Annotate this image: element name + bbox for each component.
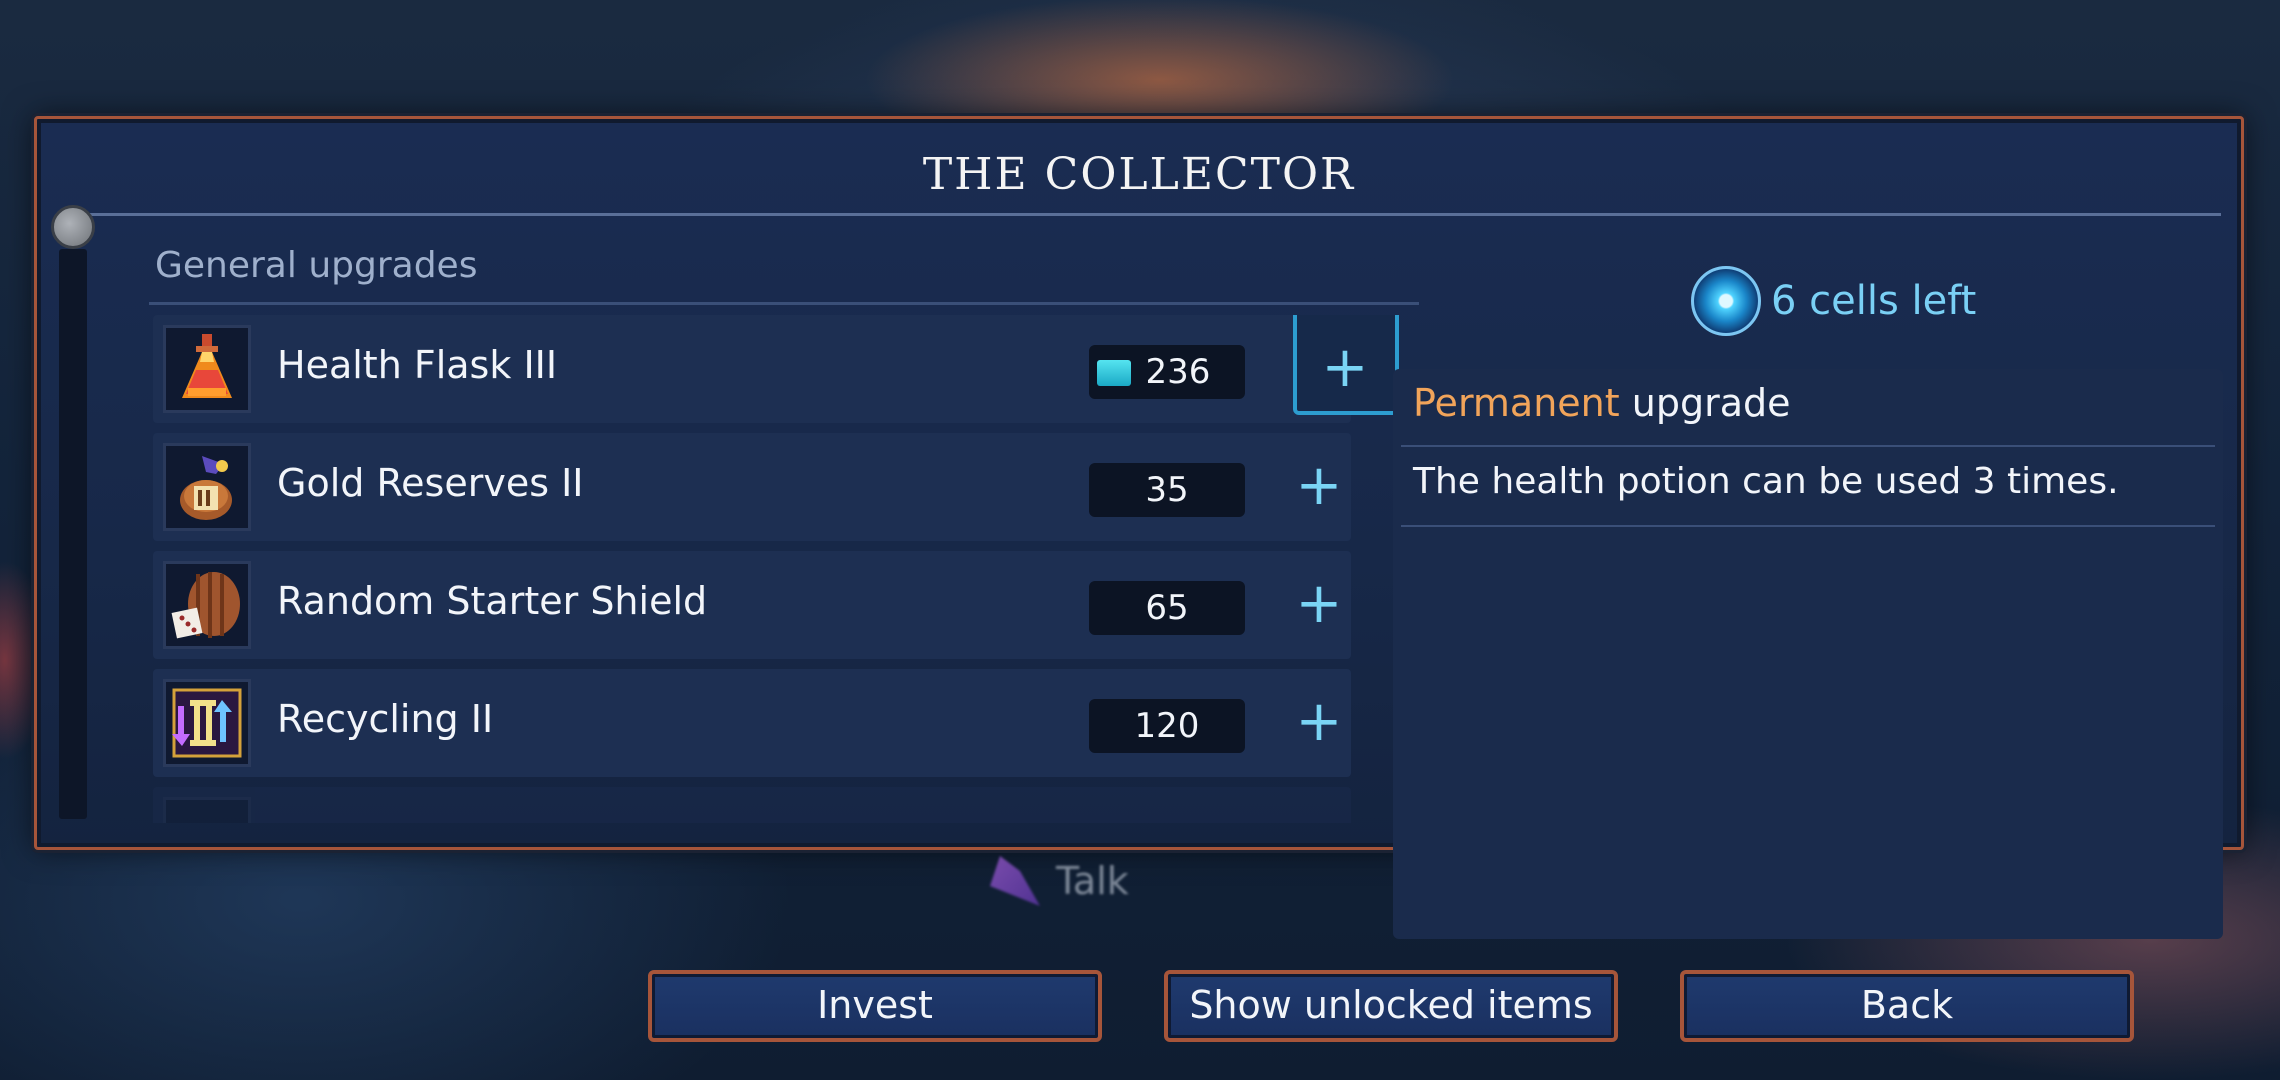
scrollbar-knob[interactable] (51, 205, 95, 249)
gold-reserves-icon (163, 443, 251, 531)
item-cost: 65 (1089, 581, 1245, 635)
plus-icon[interactable]: + (1293, 575, 1345, 635)
section-label: General upgrades (155, 245, 478, 286)
talk-text: Talk (1056, 859, 1129, 903)
list-item[interactable]: Recycling II 120 + (153, 669, 1351, 777)
plus-icon[interactable]: + (1293, 457, 1345, 517)
title-divider (77, 213, 2221, 216)
upgrade-detail-panel: Permanent upgrade The health potion can … (1393, 369, 2223, 939)
item-cost: 120 (1089, 699, 1245, 753)
detail-divider (1401, 525, 2215, 527)
cell-currency-icon (1097, 360, 1131, 386)
list-item[interactable]: Health Flask III 236 + (153, 315, 1399, 423)
item-icon (163, 797, 251, 823)
detail-divider (1401, 445, 2215, 447)
talk-icon (990, 856, 1040, 906)
cells-counter: 6 cells left (1691, 261, 1976, 341)
recycling-icon (163, 679, 251, 767)
back-button[interactable]: Back (1680, 970, 2134, 1042)
upgrade-list: Health Flask III 236 + Gold Reserves II … (153, 315, 1423, 823)
show-unlocked-items-button[interactable]: Show unlocked items (1164, 970, 1618, 1042)
item-cost: 35 (1089, 463, 1245, 517)
cell-icon (1691, 266, 1761, 336)
item-name: Random Starter Shield (277, 579, 708, 623)
section-divider (149, 302, 1419, 305)
panel-title: THE COLLECTOR (922, 149, 1356, 200)
cost-value: 236 (1145, 352, 1211, 392)
list-item-partial[interactable] (153, 787, 1351, 823)
item-name: Gold Reserves II (277, 461, 584, 505)
upgrade-type-rest: upgrade (1631, 381, 1791, 425)
cells-left-text: 6 cells left (1771, 278, 1977, 324)
collector-panel: THE COLLECTOR General upgrades Health Fl… (34, 116, 2244, 939)
upgrade-type-accent: Permanent (1413, 381, 1620, 425)
upgrade-description: The health potion can be used 3 times. (1413, 461, 2119, 502)
list-item[interactable]: Random Starter Shield 65 + (153, 551, 1351, 659)
shield-dice-icon (163, 561, 251, 649)
talk-hint: Talk (990, 856, 1129, 906)
item-name: Health Flask III (277, 343, 558, 387)
list-item[interactable]: Gold Reserves II 35 + (153, 433, 1351, 541)
item-name: Recycling II (277, 697, 494, 741)
health-flask-icon (163, 325, 251, 413)
item-cost: 236 (1089, 345, 1245, 399)
invest-button[interactable]: Invest (648, 970, 1102, 1042)
scrollbar-track[interactable] (59, 249, 87, 819)
plus-icon[interactable]: + (1319, 339, 1371, 399)
upgrade-type: Permanent upgrade (1413, 381, 1791, 425)
plus-icon[interactable]: + (1293, 693, 1345, 753)
